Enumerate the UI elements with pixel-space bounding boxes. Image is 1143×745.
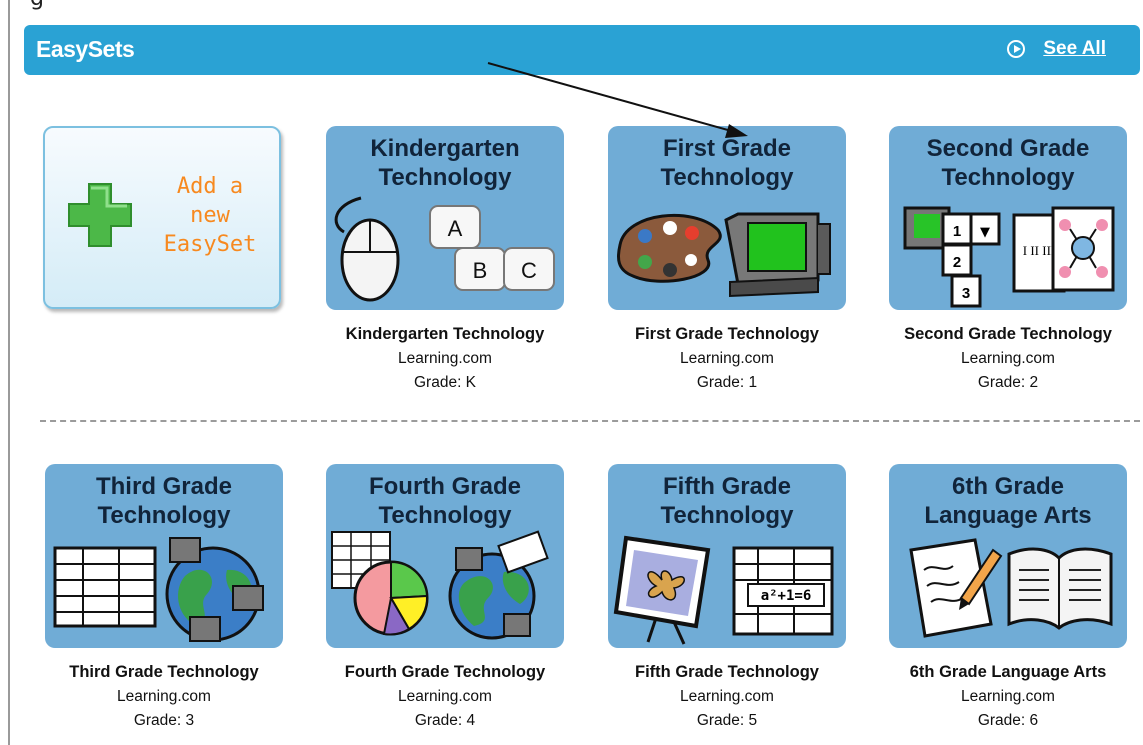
easyset-grade: Grade: 2: [977, 374, 1039, 391]
svg-text:3: 3: [962, 285, 970, 302]
easyset-name-link[interactable]: Kindergarten Technology: [326, 325, 564, 344]
easyset-tile[interactable]: Fourth Grade Technology: [326, 464, 564, 648]
easysets-header: EasySets See All: [24, 25, 1140, 75]
left-border: [8, 0, 10, 745]
easyset-tile[interactable]: Fifth Grade Technology a²+1=6: [608, 464, 846, 648]
row-divider: [40, 420, 1140, 422]
svg-text:A: A: [448, 216, 463, 241]
easyset-name-link[interactable]: Fifth Grade Technology: [608, 663, 846, 682]
easyset-source: Learning.com: [680, 350, 774, 367]
tile-title: 6th Grade Language Arts: [924, 473, 1092, 529]
easel-spreadsheet-icon: a²+1=6: [613, 535, 834, 645]
easyset-grade: Grade: K: [413, 374, 477, 391]
easyset-card-second-grade: Second Grade Technology 1 ▼ 2 3 I II III …: [889, 126, 1127, 392]
tile-title: Kindergarten Technology: [370, 135, 520, 191]
pie-globe-icon: [331, 530, 549, 640]
play-circle-icon: [1007, 40, 1026, 58]
plus-icon: [68, 183, 132, 247]
section-title: EasySets: [36, 36, 135, 62]
easyset-source: Learning.com: [961, 350, 1055, 367]
easyset-grade: Grade: 3: [133, 712, 195, 729]
svg-text:2: 2: [953, 254, 961, 271]
easyset-source: Learning.com: [117, 688, 211, 705]
easyset-card-third-grade: Third Grade Technology Third Grade Techno…: [45, 464, 283, 730]
tile-title: Fifth Grade Technology: [660, 473, 794, 529]
easyset-grade: Grade: 5: [696, 712, 758, 729]
easyset-name-link[interactable]: Fourth Grade Technology: [326, 663, 564, 682]
easyset-name-link[interactable]: 6th Grade Language Arts: [889, 663, 1127, 682]
easyset-grade: Grade: 1: [696, 374, 758, 391]
easyset-source: Learning.com: [680, 688, 774, 705]
svg-text:B: B: [473, 258, 488, 283]
clipped-heading-fragment: g: [30, 0, 44, 11]
easyset-tile[interactable]: 6th Grade Language Arts: [889, 464, 1127, 648]
table-globe-icon: [53, 537, 264, 642]
easyset-card-fifth-grade: Fifth Grade Technology a²+1=6 Fifth Grade…: [608, 464, 846, 730]
easyset-name-link[interactable]: Second Grade Technology: [889, 325, 1127, 344]
tile-title: Third Grade Technology: [95, 473, 233, 529]
svg-text:▼: ▼: [980, 225, 990, 240]
easyset-tile[interactable]: Third Grade Technology: [45, 464, 283, 648]
tile-title: Second Grade Technology: [926, 135, 1090, 191]
easyset-card-sixth-grade: 6th Grade Language Arts 6th Grade Languag…: [889, 464, 1127, 730]
easyset-tile[interactable]: First Grade Technology: [608, 126, 846, 310]
svg-text:1: 1: [953, 223, 961, 240]
svg-text:I II III: I II III: [1023, 243, 1055, 258]
easyset-grade: Grade: 6: [977, 712, 1039, 729]
easyset-grade: Grade: 4: [414, 712, 476, 729]
easyset-card-kindergarten: Kindergarten Technology A B C Kindergarte…: [326, 126, 564, 392]
easyset-source: Learning.com: [398, 688, 492, 705]
cards-diagram-icon: 1 ▼ 2 3 I II III: [903, 206, 1115, 308]
tile-title: First Grade Technology: [660, 135, 794, 191]
svg-text:a²+1=6: a²+1=6: [761, 588, 812, 604]
add-easyset-button[interactable]: Add a new EasySet: [43, 126, 281, 309]
see-all-link[interactable]: See All: [1007, 38, 1106, 60]
easyset-name-link[interactable]: First Grade Technology: [608, 325, 846, 344]
easyset-source: Learning.com: [961, 688, 1055, 705]
add-easyset-label: Add a new EasySet: [163, 174, 257, 257]
tile-title: Fourth Grade Technology: [368, 473, 521, 529]
paper-book-icon: [909, 538, 1113, 638]
easyset-tile[interactable]: Second Grade Technology 1 ▼ 2 3 I II III: [889, 126, 1127, 310]
easyset-card-first-grade: First Grade Technology First Grade Techno…: [608, 126, 846, 392]
see-all-label: See All: [1043, 38, 1106, 59]
easyset-card-fourth-grade: Fourth Grade Technology Fourth Grade Tech…: [326, 464, 564, 730]
easyset-tile[interactable]: Kindergarten Technology A B C: [326, 126, 564, 310]
mouse-keys-icon: A B C: [334, 196, 555, 302]
easyset-name-link[interactable]: Third Grade Technology: [45, 663, 283, 682]
easyset-source: Learning.com: [398, 350, 492, 367]
svg-text:C: C: [521, 258, 537, 283]
palette-monitor-icon: [617, 212, 831, 298]
